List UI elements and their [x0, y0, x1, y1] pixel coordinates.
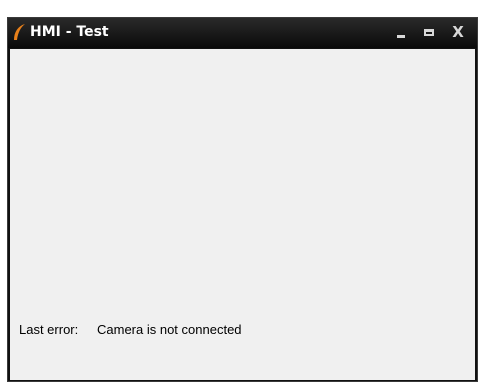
- title-bar[interactable]: HMI - Test X: [8, 18, 477, 48]
- minimize-button[interactable]: [391, 23, 411, 43]
- app-window: HMI - Test X Last error: Camera is not c…: [7, 17, 478, 382]
- last-error-label: Last error:: [19, 322, 79, 337]
- main-panel: Last error: Camera is not connected: [10, 49, 475, 380]
- last-error-value: Camera is not connected: [97, 322, 242, 337]
- close-button[interactable]: X: [448, 23, 468, 43]
- maximize-icon: [424, 29, 434, 36]
- minimize-icon: [397, 35, 405, 38]
- window-title: HMI - Test: [30, 24, 109, 40]
- close-icon: X: [452, 23, 464, 41]
- maximize-button[interactable]: [420, 23, 440, 43]
- flame-swoosh-icon: [11, 23, 27, 41]
